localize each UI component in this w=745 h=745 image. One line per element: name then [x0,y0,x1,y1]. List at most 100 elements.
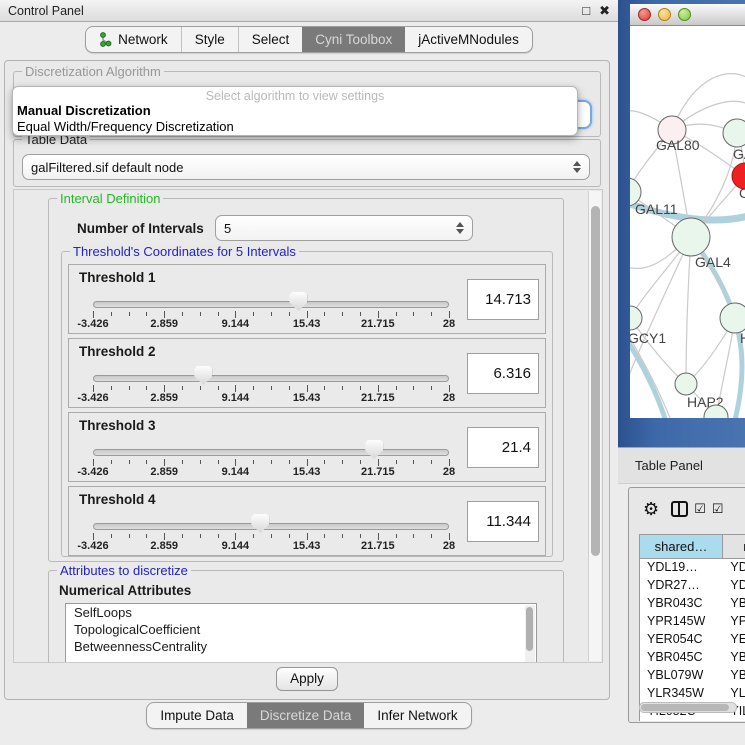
threshold-slider-handle[interactable] [251,514,269,533]
settings-scrollbar-thumb[interactable] [591,206,600,556]
ruler-tick [218,312,219,316]
float-window-icon[interactable]: □ [582,1,590,21]
tick-label: 15.43 [293,318,321,330]
ruler-tick [146,534,147,538]
table-row[interactable]: YLR345WYLR3 [640,685,745,703]
bottom-tab-infer-network[interactable]: Infer Network [364,703,470,728]
bottom-tab-discretize-data[interactable]: Discretize Data [247,703,365,728]
ruler-tick [271,460,272,464]
table-cell: YLR345W [640,685,723,703]
table-row[interactable]: YBR043CYBR0 [640,595,745,613]
table-row[interactable]: YDR27…YDR2 [640,577,745,595]
tab-jactivemnodules[interactable]: jActiveMNodules [405,27,532,52]
numerical-attributes-list[interactable]: SelfLoopsTopologicalCoefficientBetweenne… [65,603,537,663]
ruler-tick [307,533,308,540]
ruler-tick [360,534,361,538]
table-row[interactable]: YBL079WYBL0 [640,667,745,685]
tick-label: 21.715 [361,466,395,478]
attribute-item-betweennesscentrality[interactable]: BetweennessCentrality [66,638,536,655]
bottom-tabbar: Impute DataDiscretize DataInfer Network [146,702,471,729]
threshold-slider-handle[interactable] [365,440,383,459]
threshold-slider-track[interactable] [93,301,449,308]
table-row[interactable]: YDL19…YDL1 [640,559,745,577]
zoom-traffic-light-icon[interactable] [678,8,691,21]
settings-scrollbar[interactable] [588,191,601,661]
tab-cyni-toolbox[interactable]: Cyni Toolbox [302,27,405,52]
table-row[interactable]: YPR145WYPR1 [640,613,745,631]
threshold-value-field[interactable]: 14.713 [467,279,539,320]
attribute-item-selfloops[interactable]: SelfLoops [66,604,536,621]
gear-icon[interactable]: ⚙ [643,494,659,524]
combo-arrows-icon [456,222,464,234]
tick-label: 21.715 [361,318,395,330]
apply-button[interactable]: Apply [276,667,338,691]
ruler-tick [289,312,290,316]
ruler-tick [413,460,414,464]
table-row[interactable]: YBR045CYBR0 [640,649,745,667]
number-of-intervals-combobox[interactable]: 5 [215,215,473,241]
column-header-na[interactable]: na [723,534,745,559]
attributes-group-title: Attributes to discretize [57,563,191,578]
checkbox-icon[interactable]: ☑ [712,501,724,517]
attributes-scrollbar[interactable] [525,605,535,663]
tick-label: 9.144 [222,318,250,330]
threshold-value-field[interactable]: 11.344 [467,501,539,542]
ruler-tick [182,460,183,464]
attributes-scrollbar-thumb[interactable] [526,607,533,651]
split-columns-icon[interactable] [671,501,688,517]
ruler-tick [129,460,130,464]
ruler-tick [235,385,236,392]
network-canvas[interactable]: GAL80GACGAL11GAL4GCY1HHAP2 [630,26,745,418]
threshold-slider-handle[interactable] [289,292,307,311]
ruler-tick [164,385,165,392]
threshold-panel-1: Threshold 1-3.4262.8599.14415.4321.71528… [68,264,546,334]
network-node-ga[interactable] [723,119,745,147]
network-graph[interactable]: GAL80GACGAL11GAL4GCY1HHAP2 [630,26,745,418]
network-node-gcy1[interactable] [630,306,642,330]
tab-network[interactable]: Network [86,27,181,52]
node-label-gcy1: GCY1 [630,330,666,346]
column-header-shared[interactable]: shared… [639,534,723,559]
table-body: YDL19…YDL1YDR27…YDR2YBR043CYBR0YPR145WYP… [639,559,745,721]
tick-label: 2.859 [150,318,178,330]
ruler-tick [164,311,165,318]
network-edge[interactable] [686,237,691,384]
tick-label: 2.859 [150,392,178,404]
slider-tick-labels: -3.4262.8599.14415.4321.71528 [93,318,449,331]
threshold-label: Threshold 3 [79,418,156,433]
threshold-slider-handle[interactable] [194,366,212,385]
table-data-combobox[interactable]: galFiltered.sif default node [22,154,590,180]
threshold-slider-track[interactable] [93,375,449,382]
dropdown-option-equal-width-frequency-discretization[interactable]: Equal Width/Frequency Discretization [13,119,577,135]
tab-label-style: Style [195,32,225,47]
threshold-value-field[interactable]: 6.316 [467,353,539,394]
minimize-traffic-light-icon[interactable] [658,8,671,21]
network-view-window: GAL80GACGAL11GAL4GCY1HHAP2 [618,0,745,447]
network-node-hap2[interactable] [675,373,697,395]
network-node-gal4[interactable] [672,218,710,256]
table-hscrollbar-thumb[interactable] [641,704,729,711]
network-node-h[interactable] [720,303,745,333]
table-panel-headerbar: Table Panel [618,447,745,484]
dropdown-option-manual-discretization[interactable]: Manual Discretization [13,103,577,119]
ruler-tick [129,386,130,390]
close-traffic-light-icon[interactable] [638,8,651,21]
algorithm-dropdown: Select algorithm to view settings Manual… [12,86,578,136]
thresholds-group: Threshold's Coordinates for 5 Intervals … [61,251,553,557]
attribute-item-topologicalcoefficient[interactable]: TopologicalCoefficient [66,621,536,638]
table-horizontal-scrollbar[interactable] [639,702,737,713]
tab-style[interactable]: Style [181,27,238,52]
node-label-gal11: GAL11 [635,201,678,217]
ruler-tick [449,311,450,318]
bottom-tab-impute-data[interactable]: Impute Data [147,703,247,728]
ruler-tick [324,386,325,390]
threshold-value-field[interactable]: 21.4 [467,427,539,468]
checkbox-icon[interactable]: ☑ [694,501,706,517]
table-row[interactable]: YER054CYER0 [640,631,745,649]
network-edge[interactable] [630,318,686,384]
threshold-slider-track[interactable] [93,523,449,530]
close-icon[interactable]: ✖ [599,1,610,21]
threshold-slider-track[interactable] [93,449,449,456]
tab-select[interactable]: Select [238,27,303,52]
thresholds-group-title: Threshold's Coordinates for 5 Intervals [70,244,299,259]
